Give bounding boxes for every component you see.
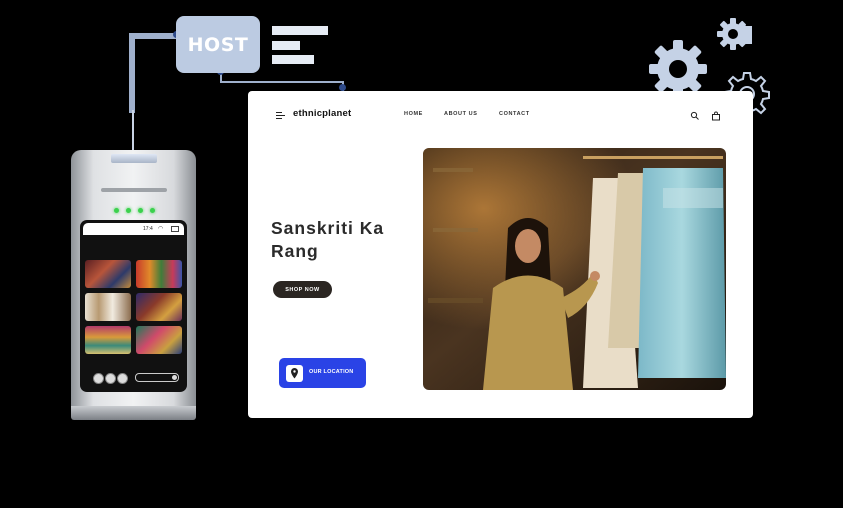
location-pin-icon xyxy=(286,365,303,382)
kiosk-toggle[interactable] xyxy=(135,373,179,382)
host-text-line xyxy=(272,26,328,35)
our-location-button[interactable]: OUR LOCATION xyxy=(279,358,366,388)
kiosk-button[interactable] xyxy=(117,373,128,384)
kiosk-status-time: 17:4 xyxy=(143,226,153,232)
kiosk-base xyxy=(71,406,196,420)
kiosk-status-bar: 17:4 ◠ xyxy=(83,223,184,235)
gear-icon-small xyxy=(717,18,752,50)
hero-title: Sanskriti Ka Rang xyxy=(271,218,385,261)
host-text-line xyxy=(272,55,314,64)
shop-now-button[interactable]: SHOP NOW xyxy=(273,281,332,298)
status-led xyxy=(138,208,143,213)
product-tile[interactable] xyxy=(136,326,182,354)
host-text-line xyxy=(272,41,300,50)
status-led xyxy=(126,208,131,213)
product-tile[interactable] xyxy=(85,260,131,288)
search-icon[interactable] xyxy=(690,111,700,121)
website-preview: ethnicplanet HOME ABOUT US CONTACT Sansk… xyxy=(248,91,753,418)
product-tile[interactable] xyxy=(85,326,131,354)
connector-line-down xyxy=(132,110,134,155)
kiosk-screen[interactable]: 17:4 ◠ xyxy=(80,220,187,392)
battery-icon xyxy=(171,226,179,232)
status-led xyxy=(114,208,119,213)
connector-line-vertical xyxy=(129,33,135,113)
status-led xyxy=(150,208,155,213)
kiosk-button[interactable] xyxy=(93,373,104,384)
host-label: HOST xyxy=(187,33,249,56)
kiosk-printer-slot xyxy=(101,188,167,192)
nav-link-home[interactable]: HOME xyxy=(404,111,423,117)
connector-line-horizontal xyxy=(220,81,344,83)
connector-line-top xyxy=(129,33,179,39)
connector-dot xyxy=(339,84,346,91)
our-location-label: OUR LOCATION xyxy=(309,369,354,375)
kiosk-scanner xyxy=(111,154,157,163)
wifi-icon: ◠ xyxy=(158,226,164,232)
product-tile[interactable] xyxy=(85,293,131,321)
site-logo[interactable]: ethnicplanet xyxy=(293,108,351,119)
nav-link-about-us[interactable]: ABOUT US xyxy=(444,111,478,117)
kiosk-device: 17:4 ◠ xyxy=(71,150,196,420)
menu-icon[interactable] xyxy=(276,112,285,120)
product-tile[interactable] xyxy=(136,260,182,288)
cart-icon[interactable] xyxy=(711,111,721,121)
kiosk-button[interactable] xyxy=(105,373,116,384)
hero-image xyxy=(423,148,726,390)
product-tile[interactable] xyxy=(136,293,182,321)
nav-link-contact[interactable]: CONTACT xyxy=(499,111,530,117)
